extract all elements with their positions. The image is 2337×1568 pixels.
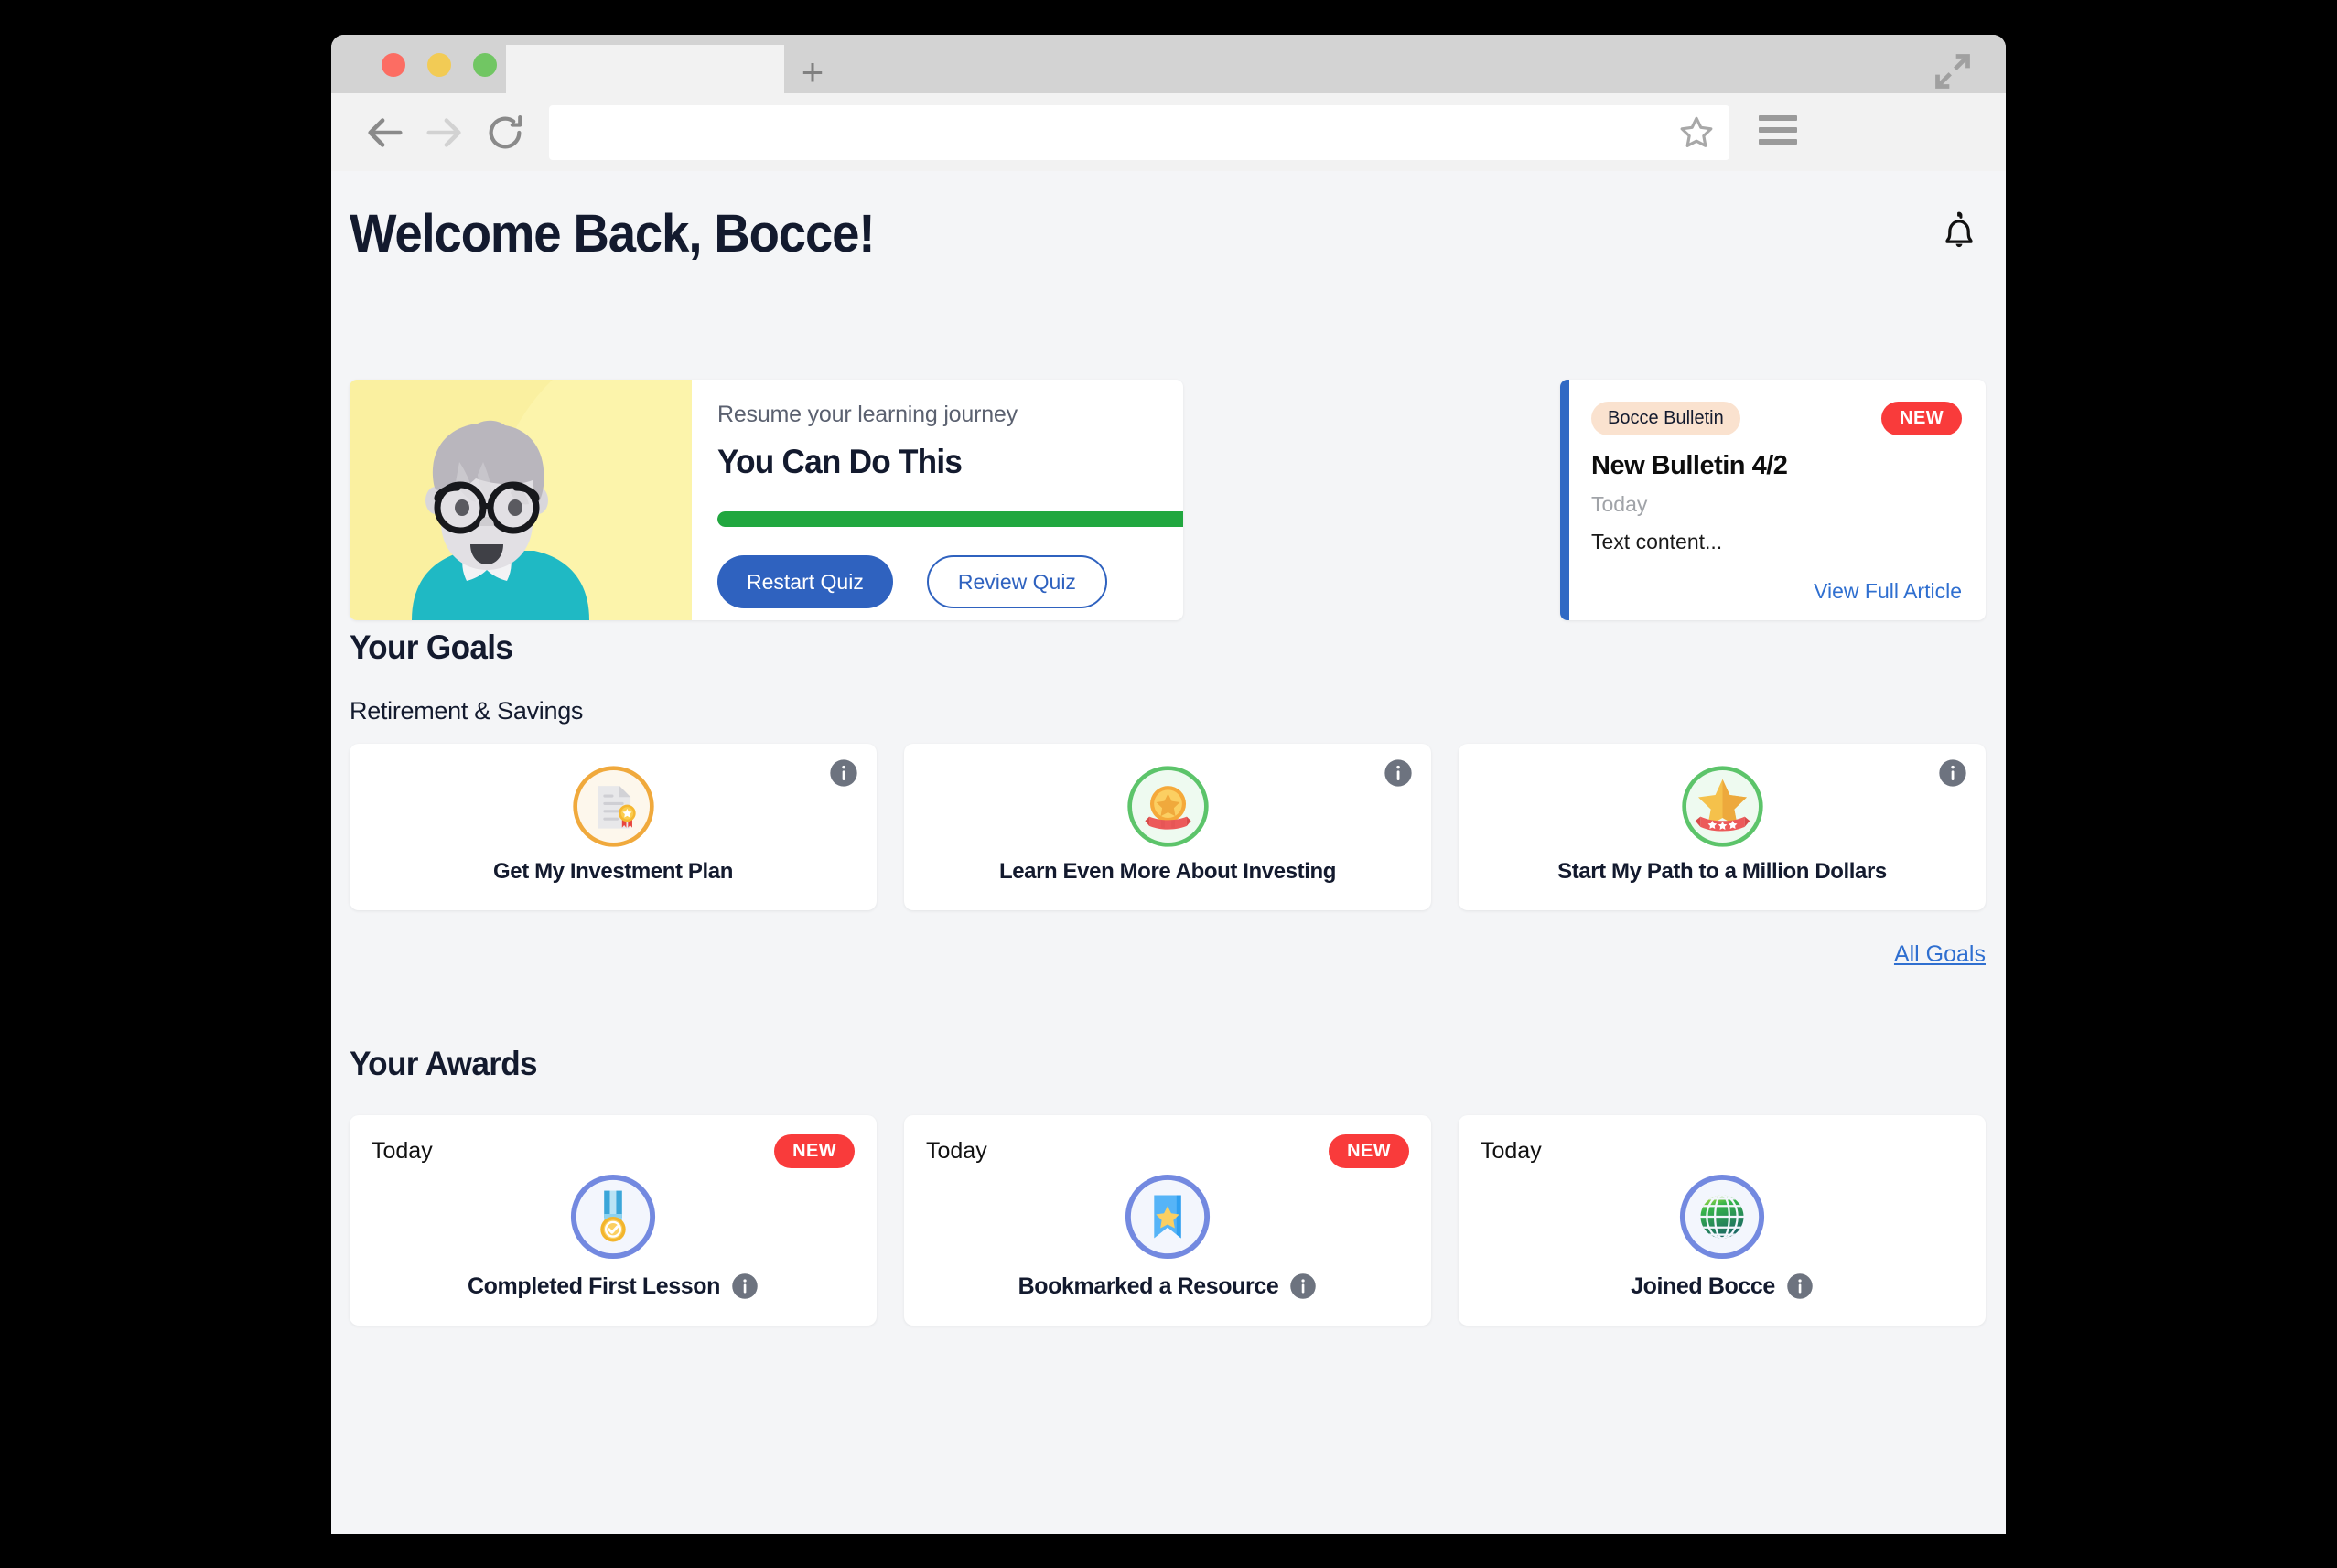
browser-tab[interactable] bbox=[506, 45, 784, 93]
maximize-window-button[interactable] bbox=[473, 53, 497, 77]
bookmark-star-icon bbox=[1125, 1174, 1211, 1260]
awards-card-row: Today NEW Completed First Lesson Today N… bbox=[350, 1115, 1986, 1326]
page-title: Welcome Back, Bocce! bbox=[350, 204, 876, 263]
view-full-article-link[interactable]: View Full Article bbox=[1814, 579, 1962, 604]
hero-row: Resume your learning journey You Can Do … bbox=[350, 380, 1986, 620]
goal-label: Learn Even More About Investing bbox=[998, 859, 1337, 884]
dashboard-page: Welcome Back, Bocce! Resume your learnin… bbox=[331, 171, 2006, 1534]
goals-section-title: Your Goals bbox=[350, 628, 513, 666]
star-banner-icon bbox=[1681, 766, 1763, 847]
bulletin-card: Bocce Bulletin NEW New Bulletin 4/2 Toda… bbox=[1560, 380, 1986, 620]
award-card-body: Completed First Lesson bbox=[372, 1172, 855, 1300]
restart-quiz-button[interactable]: Restart Quiz bbox=[717, 555, 893, 608]
award-label-row: Completed First Lesson bbox=[468, 1273, 759, 1300]
goals-subsection-title: Retirement & Savings bbox=[350, 697, 584, 725]
new-tab-button[interactable]: + bbox=[795, 53, 830, 93]
resume-learning-card: Resume your learning journey You Can Do … bbox=[350, 380, 1183, 620]
bulletin-card-header: Bocce Bulletin NEW bbox=[1591, 402, 1962, 435]
award-label-row: Bookmarked a Resource bbox=[1018, 1273, 1318, 1300]
award-card[interactable]: Today NEW Bookmarked a Resource bbox=[904, 1115, 1431, 1326]
bulletin-title: New Bulletin 4/2 bbox=[1591, 451, 1788, 480]
info-icon[interactable] bbox=[731, 1273, 759, 1300]
award-date: Today bbox=[372, 1137, 433, 1164]
close-window-button[interactable] bbox=[382, 53, 405, 77]
award-label: Bookmarked a Resource bbox=[1018, 1273, 1279, 1299]
globe-grid-icon bbox=[1679, 1174, 1765, 1260]
goal-label: Start My Path to a Million Dollars bbox=[1557, 859, 1887, 884]
url-bar[interactable] bbox=[549, 105, 1729, 160]
bulletin-new-badge: NEW bbox=[1881, 402, 1962, 435]
star-icon[interactable] bbox=[1678, 114, 1715, 151]
bulletin-date: Today bbox=[1591, 492, 1648, 516]
medal-star-ribbon-icon bbox=[1126, 766, 1209, 847]
browser-window: + Welcome Back, Bocce! Resume your learn… bbox=[331, 35, 2006, 1534]
progress-bar-track bbox=[717, 511, 1183, 527]
bulletin-tag: Bocce Bulletin bbox=[1591, 402, 1740, 435]
browser-titlebar: + bbox=[331, 35, 2006, 93]
avatar-illustration-panel bbox=[350, 380, 692, 620]
awards-section-title: Your Awards bbox=[350, 1045, 538, 1082]
goal-card[interactable]: Learn Even More About Investing bbox=[904, 744, 1431, 910]
review-quiz-button[interactable]: Review Quiz bbox=[926, 555, 1107, 608]
progress-bar-fill bbox=[717, 511, 1183, 527]
award-date: Today bbox=[1481, 1137, 1542, 1164]
award-label: Completed First Lesson bbox=[468, 1273, 720, 1299]
expand-arrows-icon[interactable] bbox=[1933, 51, 1973, 91]
resume-kicker: Resume your learning journey bbox=[717, 402, 1018, 427]
avatar bbox=[412, 420, 589, 620]
resume-actions: Restart Quiz Review Quiz bbox=[717, 555, 1183, 608]
forward-arrow-icon[interactable] bbox=[424, 112, 466, 154]
resume-heading: You Can Do This bbox=[717, 443, 963, 480]
all-goals-link[interactable]: All Goals bbox=[1894, 941, 1986, 968]
info-icon[interactable] bbox=[1786, 1273, 1814, 1300]
info-icon[interactable] bbox=[1289, 1273, 1317, 1300]
award-card-header: Today bbox=[1481, 1133, 1964, 1168]
bulletin-text: Text content... bbox=[1591, 530, 1723, 553]
award-card-header: Today NEW bbox=[926, 1133, 1409, 1168]
award-card-body: Joined Bocce bbox=[1481, 1172, 1964, 1300]
goal-label: Get My Investment Plan bbox=[493, 859, 733, 884]
goal-card[interactable]: Start My Path to a Million Dollars bbox=[1459, 744, 1986, 910]
award-label-row: Joined Bocce bbox=[1631, 1273, 1814, 1300]
award-date: Today bbox=[926, 1137, 987, 1164]
certificate-document-badge-icon bbox=[572, 766, 654, 847]
award-card-body: Bookmarked a Resource bbox=[926, 1172, 1409, 1300]
award-card[interactable]: Today Joined Bocce bbox=[1459, 1115, 1986, 1326]
url-input[interactable] bbox=[549, 105, 1678, 160]
notification-bell-icon[interactable] bbox=[1938, 209, 1980, 255]
browser-toolbar bbox=[331, 93, 2006, 171]
hamburger-menu-icon[interactable] bbox=[1759, 115, 1797, 145]
award-new-badge: NEW bbox=[1329, 1133, 1409, 1168]
medal-check-icon bbox=[570, 1174, 656, 1260]
award-new-badge: NEW bbox=[774, 1133, 855, 1168]
goal-card[interactable]: Get My Investment Plan bbox=[350, 744, 877, 910]
reload-icon[interactable] bbox=[484, 112, 526, 154]
minimize-window-button[interactable] bbox=[427, 53, 451, 77]
award-card[interactable]: Today NEW Completed First Lesson bbox=[350, 1115, 877, 1326]
resume-card-body: Resume your learning journey You Can Do … bbox=[692, 380, 1183, 620]
goals-card-row: Get My Investment Plan Learn Even More A… bbox=[350, 744, 1986, 910]
info-icon[interactable] bbox=[829, 758, 858, 788]
info-icon[interactable] bbox=[1384, 758, 1413, 788]
award-label: Joined Bocce bbox=[1631, 1273, 1775, 1299]
progress-row: 100% bbox=[717, 507, 1183, 532]
back-arrow-icon[interactable] bbox=[363, 112, 405, 154]
window-traffic-lights bbox=[382, 53, 497, 77]
info-icon[interactable] bbox=[1938, 758, 1967, 788]
award-card-header: Today NEW bbox=[372, 1133, 855, 1168]
